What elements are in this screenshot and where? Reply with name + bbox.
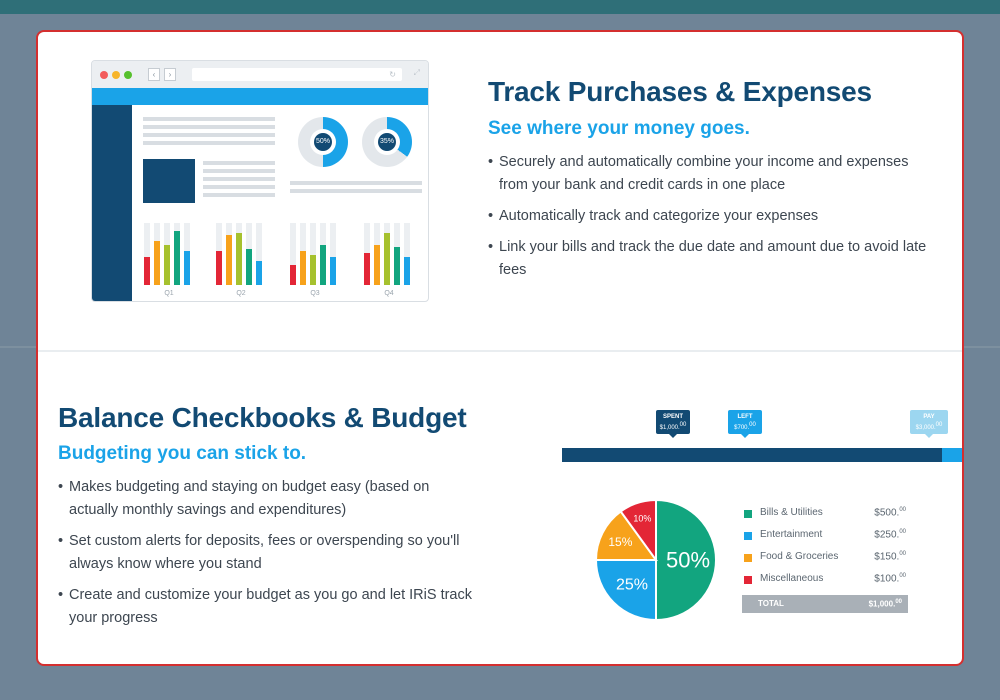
left-amount: $700. xyxy=(734,425,750,431)
quarter-label: Q2 xyxy=(236,290,246,297)
expense-pie-chart: 50% 25% 15% 10% xyxy=(594,498,717,622)
pie-slice-label: 25% xyxy=(616,577,648,594)
legend-row: Food & Groceries $150.00 xyxy=(742,549,908,571)
legend-row: Miscellaneous $100.00 xyxy=(742,571,908,593)
left-tag: LEFT $700.00 xyxy=(728,410,762,438)
spent-amount: $1,000. xyxy=(659,425,680,431)
bullet-item: Securely and automatically combine your … xyxy=(488,151,938,197)
legend-total-row: TOTAL $1,000.00 xyxy=(742,595,908,613)
placeholder-line xyxy=(290,189,422,193)
forward-arrow-icon: › xyxy=(164,68,176,81)
swatch-food xyxy=(744,554,752,562)
budget-title: Balance Checkbooks & Budget xyxy=(58,402,467,433)
mini-bar xyxy=(164,245,170,285)
pay-label: PAY xyxy=(923,414,935,420)
browser-sidebar xyxy=(92,105,132,301)
left-segment xyxy=(942,448,962,462)
browser-toolbar: ‹ › ↻ ⤢ xyxy=(92,61,428,88)
mini-bar xyxy=(394,247,400,285)
minimize-dot-icon xyxy=(112,71,120,79)
mini-bar xyxy=(374,245,380,285)
quarter-label: Q3 xyxy=(310,290,320,297)
mini-bar xyxy=(364,253,370,285)
donut-chart: 35% xyxy=(362,117,412,167)
placeholder-line xyxy=(143,117,275,121)
placeholder-line xyxy=(203,177,275,181)
placeholder-line xyxy=(203,161,275,165)
placeholder-line xyxy=(203,169,275,173)
donut-chart: 50% xyxy=(298,117,348,167)
pay-amount: $3,000. xyxy=(915,425,936,431)
mini-bar xyxy=(300,251,306,285)
bullet-item: Set custom alerts for deposits, fees or … xyxy=(58,530,478,576)
quarter-label: Q4 xyxy=(384,290,394,297)
bullet-item: Makes budgeting and staying on budget ea… xyxy=(58,476,478,522)
mini-bar xyxy=(236,233,242,285)
browser-header-band xyxy=(92,88,428,105)
mini-bar xyxy=(290,265,296,285)
mini-bar xyxy=(310,255,316,285)
purchases-subtitle: See where your money goes. xyxy=(488,118,750,139)
pay-tag: PAY $3,000.00 xyxy=(910,410,948,438)
feature-card: ‹ › ↻ ⤢ 50% 35% Q1 Q2 Q3 Q4 Track Purcha… xyxy=(36,30,964,666)
expense-legend: Bills & Utilities $500.00 Entertainment … xyxy=(742,505,908,613)
bullet-item: Link your bills and track the due date a… xyxy=(488,236,938,282)
swatch-entertainment xyxy=(744,532,752,540)
placeholder-line xyxy=(290,181,422,185)
mini-bar xyxy=(404,257,410,285)
left-label: LEFT xyxy=(737,414,753,420)
mini-bar xyxy=(184,251,190,285)
refresh-icon: ↻ xyxy=(389,70,396,79)
quarter-label: Q1 xyxy=(164,290,174,297)
placeholder-line xyxy=(203,193,275,197)
budget-bullets: Makes budgeting and staying on budget ea… xyxy=(58,476,478,638)
pie-slice-label: 10% xyxy=(633,513,651,523)
expand-icon: ⤢ xyxy=(413,68,420,77)
bullet-item: Create and customize your budget as you … xyxy=(58,584,478,630)
mini-bar xyxy=(256,261,262,285)
mini-bar xyxy=(154,241,160,285)
legend-row: Entertainment $250.00 xyxy=(742,527,908,549)
mini-bar xyxy=(226,235,232,285)
placeholder-block xyxy=(143,159,195,203)
bullet-item: Automatically track and categorize your … xyxy=(488,205,938,228)
spent-segment xyxy=(562,448,943,462)
mini-bar xyxy=(320,245,326,285)
placeholder-line xyxy=(143,133,275,137)
swatch-bills xyxy=(744,510,752,518)
close-dot-icon xyxy=(100,71,108,79)
mini-bar xyxy=(330,257,336,285)
swatch-misc xyxy=(744,576,752,584)
legend-row: Bills & Utilities $500.00 xyxy=(742,505,908,527)
placeholder-line xyxy=(143,141,275,145)
budget-progress-bar xyxy=(562,448,962,462)
mini-bar xyxy=(174,231,180,285)
mini-bar xyxy=(246,249,252,285)
mini-bar xyxy=(144,257,150,285)
section-divider xyxy=(38,350,962,352)
top-strip xyxy=(0,0,1000,14)
dashboard-illustration: ‹ › ↻ ⤢ 50% 35% Q1 Q2 Q3 Q4 xyxy=(91,60,429,302)
purchases-bullets: Securely and automatically combine your … xyxy=(488,151,938,290)
spent-label: SPENT xyxy=(662,414,683,420)
pie-slice-label: 50% xyxy=(666,548,710,573)
mini-bar xyxy=(216,251,222,285)
pie-slice-label: 15% xyxy=(608,535,632,549)
placeholder-line xyxy=(203,185,275,189)
donut-label: 50% xyxy=(314,133,332,151)
mini-bar xyxy=(384,233,390,285)
budget-subtitle: Budgeting you can stick to. xyxy=(58,443,307,464)
maximize-dot-icon xyxy=(124,71,132,79)
placeholder-line xyxy=(143,125,275,129)
purchases-title: Track Purchases & Expenses xyxy=(488,76,872,107)
donut-label: 35% xyxy=(378,133,396,151)
spent-tag: SPENT $1,000.00 xyxy=(656,410,690,438)
address-bar: ↻ xyxy=(192,68,402,81)
back-arrow-icon: ‹ xyxy=(148,68,160,81)
